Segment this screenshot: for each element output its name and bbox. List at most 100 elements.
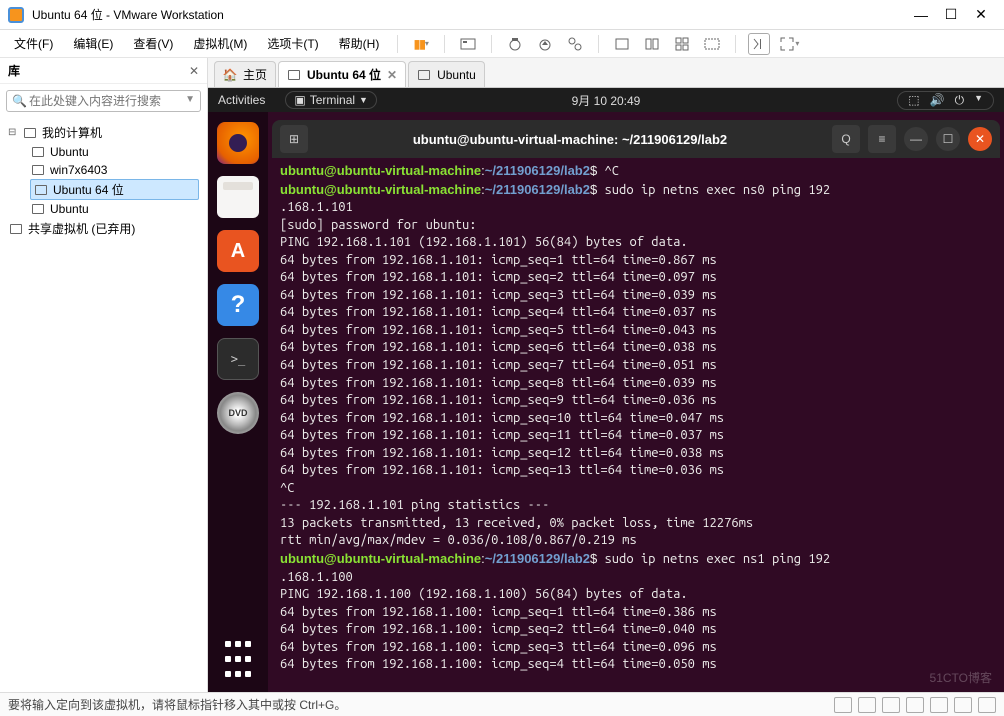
menu-vm[interactable]: 虚拟机(M) [187,33,253,54]
computer-icon [22,126,38,140]
dock-terminal[interactable] [217,338,259,380]
library-search-input[interactable] [6,90,201,112]
dock-help[interactable]: ? [217,284,259,326]
device-icon[interactable] [930,697,948,713]
send-ctrl-alt-del-button[interactable] [457,33,479,55]
tree-root-my-computer[interactable]: ⊟ 我的计算机 [8,122,199,143]
volume-icon: 🔊 [930,93,945,108]
vm-display[interactable]: Activities ▣ Terminal ▼ 9月 10 20:49 ⬚ 🔊 … [208,88,1004,692]
statusbar: 要将输入定向到该虚拟机，请将鼠标指针移入其中或按 Ctrl+G。 [0,692,1004,716]
terminal-search-button[interactable]: Q [832,125,860,153]
power-icon: ⏻ [955,93,965,108]
view-grid-button[interactable] [671,33,693,55]
vm-icon [30,202,46,216]
snapshot-manager-button[interactable] [564,33,586,55]
unity-button[interactable] [701,33,723,55]
tree-shared-vms[interactable]: 共享虚拟机 (已弃用) [8,218,199,239]
device-icon[interactable] [858,697,876,713]
tab-vm-active[interactable]: Ubuntu 64 位 ✕ [278,61,406,87]
search-dropdown-icon[interactable]: ▼ [185,94,195,105]
expander-icon[interactable]: ⊟ [8,127,22,138]
vm-icon [287,68,301,82]
network-icon: ⬚ [908,93,919,108]
chevron-down-icon: ▼ [974,93,983,108]
status-menu[interactable]: ⬚ 🔊 ⏻ ▼ [897,91,994,110]
app-menu-button[interactable]: ▣ Terminal ▼ [285,91,377,109]
terminal-minimize-button[interactable]: — [904,127,928,151]
device-icon[interactable] [906,697,924,713]
window-title: Ubuntu 64 位 - VMware Workstation [32,6,906,23]
separator [397,35,398,53]
menu-view[interactable]: 查看(V) [127,33,179,54]
vm-icon [417,68,431,82]
fullscreen-button[interactable]: ▾ [778,33,800,55]
device-icon[interactable] [954,697,972,713]
tree-vm-item[interactable]: win7x6403 [30,161,199,179]
tab-label: Ubuntu [437,68,476,82]
snapshot-button[interactable] [504,33,526,55]
tabs-row: 🏠 主页 Ubuntu 64 位 ✕ Ubuntu [208,58,1004,88]
minimize-button[interactable]: — [906,5,936,25]
device-icon[interactable] [978,697,996,713]
library-title: 库 [8,62,189,79]
maximize-button[interactable]: ☐ [936,5,966,25]
vm-icon [33,183,49,197]
menu-help[interactable]: 帮助(H) [333,33,386,54]
tree-vm-item[interactable]: Ubuntu [30,200,199,218]
terminal-icon: ▣ [294,93,305,107]
tree-vm-item[interactable]: Ubuntu [30,143,199,161]
separator [491,35,492,53]
dock-show-apps[interactable] [217,638,259,680]
dock-dvd-media[interactable]: DVD [217,392,259,434]
library-tree: ⊟ 我的计算机 Ubuntu win7x6403 Ubuntu 64 位 Ubu… [0,118,207,243]
tab-label: Ubuntu 64 位 [307,66,381,83]
home-icon: 🏠 [223,68,237,82]
search-icon: 🔍 [12,94,27,108]
view-single-button[interactable] [611,33,633,55]
clock[interactable]: 9月 10 20:49 [572,92,641,109]
watermark: 51CTO博客 [930,669,992,686]
dock-firefox[interactable] [217,122,259,164]
view-tile-button[interactable] [641,33,663,55]
chevron-down-icon: ▼ [359,95,368,105]
gnome-topbar: Activities ▣ Terminal ▼ 9月 10 20:49 ⬚ 🔊 … [208,88,1004,112]
exclusive-mode-button[interactable] [748,33,770,55]
statusbar-text: 要将输入定向到该虚拟机，请将鼠标指针移入其中或按 Ctrl+G。 [8,696,346,713]
tab-home[interactable]: 🏠 主页 [214,61,276,87]
separator [735,35,736,53]
tab-close-button[interactable]: ✕ [387,68,397,82]
dock-files[interactable] [217,176,259,218]
menubar: 文件(F) 编辑(E) 查看(V) 虚拟机(M) 选项卡(T) 帮助(H) ▮▮… [0,30,1004,58]
tree-vm-label: win7x6403 [50,163,107,177]
tree-root-label: 我的计算机 [42,124,102,141]
menu-edit[interactable]: 编辑(E) [67,33,119,54]
app-menu-label: Terminal [310,93,355,107]
menu-tabs[interactable]: 选项卡(T) [261,33,324,54]
close-button[interactable]: ✕ [966,5,996,25]
device-icon[interactable] [834,697,852,713]
device-icon[interactable] [882,697,900,713]
terminal-new-tab-button[interactable]: ⊞ [280,125,308,153]
dock-software-center[interactable] [217,230,259,272]
vm-icon [30,145,46,159]
tree-vm-item-selected[interactable]: Ubuntu 64 位 [30,179,199,200]
separator [598,35,599,53]
activities-button[interactable]: Activities [218,93,265,107]
terminal-close-button[interactable]: ✕ [968,127,992,151]
tree-vm-label: Ubuntu 64 位 [53,181,124,198]
window-titlebar: Ubuntu 64 位 - VMware Workstation — ☐ ✕ [0,0,1004,30]
shared-icon [8,222,24,236]
snapshot-revert-button[interactable] [534,33,556,55]
power-pause-button[interactable]: ▮▮ ▾ [410,33,432,55]
tab-vm[interactable]: Ubuntu [408,61,485,87]
menu-file[interactable]: 文件(F) [8,33,59,54]
tree-shared-label: 共享虚拟机 (已弃用) [28,220,135,237]
terminal-output[interactable]: ubuntu@ubuntu-virtual-machine:~/21190612… [272,158,1000,692]
terminal-menu-button[interactable]: ≡ [868,125,896,153]
terminal-titlebar: ⊞ ubuntu@ubuntu-virtual-machine: ~/21190… [272,120,1000,158]
tree-vm-label: Ubuntu [50,145,89,159]
tab-home-label: 主页 [243,66,267,83]
terminal-maximize-button[interactable]: ☐ [936,127,960,151]
library-close-button[interactable]: ✕ [189,64,199,78]
terminal-window-title: ubuntu@ubuntu-virtual-machine: ~/2119061… [316,132,824,147]
